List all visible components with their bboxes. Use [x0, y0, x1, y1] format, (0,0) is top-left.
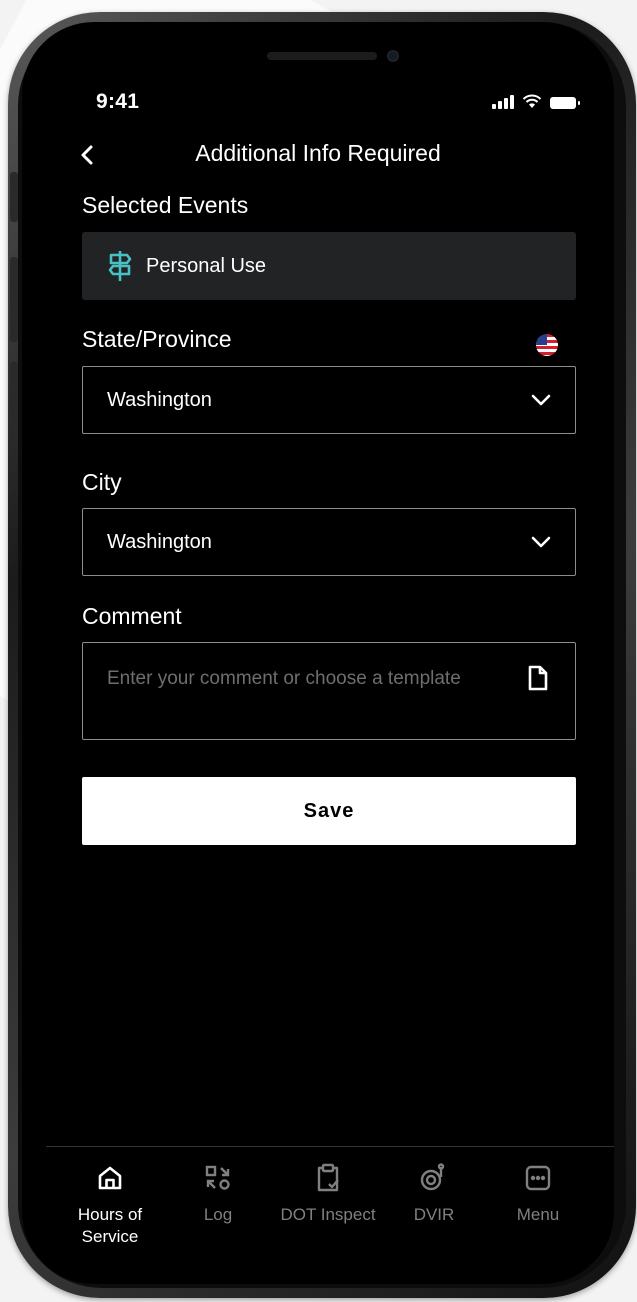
tab-menu[interactable]: Menu — [488, 1162, 588, 1226]
city-select[interactable]: Washington — [82, 508, 576, 576]
status-icons — [492, 94, 580, 109]
clipboard-check-icon — [278, 1162, 378, 1194]
city-label: City — [82, 469, 122, 495]
side-button-mute — [10, 172, 18, 222]
tab-label: DVIR — [413, 1205, 455, 1224]
page-title: Additional Info Required — [195, 140, 441, 166]
wifi-icon — [522, 94, 542, 108]
signal-icon — [492, 95, 514, 109]
comment-label: Comment — [82, 603, 182, 629]
save-button[interactable]: Save — [82, 777, 576, 845]
tab-label: Menu — [516, 1205, 560, 1224]
comment-field[interactable]: Enter your comment or choose a template — [82, 642, 576, 740]
tab-label: Hours of Service — [77, 1205, 143, 1246]
state-value: Washington — [107, 388, 212, 411]
front-camera — [387, 50, 399, 62]
chevron-down-icon — [529, 388, 553, 412]
status-time: 9:41 — [96, 90, 140, 113]
chevron-down-icon — [529, 530, 553, 554]
state-select[interactable]: Washington — [82, 366, 576, 434]
state-label: State/Province — [82, 326, 232, 352]
tab-label: Log — [203, 1205, 233, 1224]
event-label: Personal Use — [146, 254, 267, 277]
tab-hours-of-service[interactable]: Hours of Service — [60, 1162, 160, 1248]
selected-events-label: Selected Events — [82, 192, 249, 218]
comment-placeholder: Enter your comment or choose a template — [107, 668, 461, 689]
phone-screen: 9:41 Additional Info Required Selected E… — [22, 22, 614, 1284]
signpost-icon — [108, 249, 132, 283]
tab-bar-divider — [46, 1146, 614, 1147]
battery-icon — [550, 97, 580, 109]
side-button-volume-down — [10, 362, 18, 447]
back-button[interactable] — [72, 140, 102, 170]
side-button-volume-up — [10, 257, 18, 342]
speaker-notch — [267, 52, 377, 60]
city-value: Washington — [107, 530, 212, 553]
tab-label: DOT Inspect — [280, 1205, 376, 1224]
chevron-left-icon — [81, 145, 93, 165]
template-document-icon[interactable] — [527, 665, 549, 696]
event-chip-personal-use: Personal Use — [82, 232, 576, 300]
menu-dots-icon — [488, 1162, 588, 1194]
us-flag-icon — [536, 334, 558, 356]
tab-dvir[interactable]: DVIR — [384, 1162, 484, 1226]
tab-dot-inspect[interactable]: DOT Inspect — [278, 1162, 378, 1226]
tab-log[interactable]: Log — [168, 1162, 268, 1226]
tire-icon — [384, 1162, 484, 1194]
home-icon — [60, 1162, 160, 1194]
log-icon — [168, 1162, 268, 1194]
